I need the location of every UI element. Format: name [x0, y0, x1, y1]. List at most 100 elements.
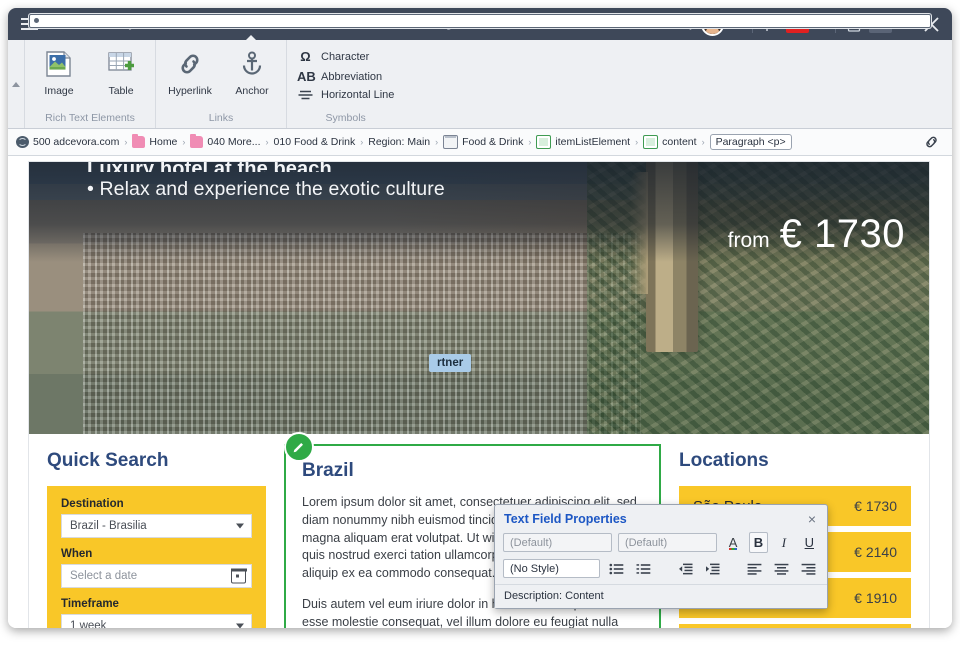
breadcrumb-item-food-drink-page[interactable]: 010 Food & Drink — [29, 14, 931, 148]
insert-abbreviation-label: Abbreviation — [321, 70, 383, 83]
breadcrumb-label: Home — [149, 136, 178, 148]
breadcrumb-separator: › — [701, 137, 705, 147]
hero-price: from € 1730 — [728, 212, 905, 257]
destination-label: Destination — [61, 498, 124, 510]
breadcrumb-item-itemlistelement[interactable]: itemListElement — [536, 135, 630, 149]
insert-table-label: Table — [108, 85, 134, 97]
breadcrumb-label: itemListElement — [555, 136, 631, 148]
bold-button[interactable]: B — [748, 532, 769, 553]
insert-horizontal-line-button[interactable]: Horizontal Line — [297, 89, 394, 101]
breadcrumb-separator: › — [265, 137, 269, 147]
text-field-properties-dialog[interactable]: Text Field Properties × (Default) (Defau… — [494, 504, 828, 609]
quick-search-form: Destination Brazil - Brasilia When Selec… — [47, 486, 266, 628]
breadcrumb-item-paragraph[interactable]: Paragraph <p> — [709, 134, 792, 150]
quick-search-heading: Quick Search — [47, 450, 169, 471]
insert-abbreviation-button[interactable]: AB Abbreviation — [297, 69, 394, 84]
quick-search-column: Quick Search Destination Brazil - Brasil… — [47, 434, 266, 628]
location-price: € 1730 — [854, 498, 897, 514]
document-icon — [443, 135, 459, 149]
chevron-down-icon — [236, 623, 244, 628]
breadcrumb-item-region[interactable]: Region: Main — [368, 136, 430, 148]
breadcrumb-label: Paragraph <p> — [715, 136, 786, 148]
outdent-icon[interactable] — [675, 558, 696, 579]
anchor-icon — [237, 44, 267, 84]
ribbon-group-title: Symbols — [325, 112, 366, 124]
dialog-row-bottom: (No Style) — [503, 558, 819, 579]
style-select[interactable]: (No Style) — [503, 559, 601, 578]
font-family-select[interactable]: (Default) — [503, 533, 612, 552]
close-icon[interactable]: × — [806, 512, 818, 526]
ribbon-group-title: Links — [208, 112, 234, 124]
box-icon — [536, 135, 552, 149]
box-icon — [643, 135, 659, 149]
ribbon-collapse-button[interactable] — [8, 40, 25, 128]
insert-image-label: Image — [44, 85, 74, 97]
breadcrumb-item-food-drink[interactable]: Food & Drink — [443, 135, 523, 149]
link-icon[interactable] — [923, 134, 944, 150]
abbreviation-icon: AB — [297, 69, 316, 84]
calendar-icon[interactable] — [230, 568, 247, 584]
breadcrumb-item-more[interactable]: 040 More... — [190, 134, 261, 148]
application-window: Home Layout Format Insert Review Preview… — [8, 8, 952, 628]
insert-image-button[interactable]: Image — [35, 44, 83, 97]
font-color-button[interactable]: A — [723, 532, 742, 553]
indent-icon[interactable] — [702, 558, 723, 579]
editor-canvas: Luxury hotel at the beach • Relax and ex… — [8, 156, 952, 628]
dialog-title: Text Field Properties — [504, 512, 627, 526]
hero-headline: Luxury hotel at the beach — [87, 162, 889, 172]
align-left-icon[interactable] — [744, 558, 765, 579]
insert-anchor-button[interactable]: Anchor — [228, 44, 276, 97]
ribbon-group-title: Rich Text Elements — [45, 112, 135, 124]
folder-icon — [132, 134, 146, 148]
table-icon — [106, 44, 136, 84]
location-price: € 2140 — [854, 544, 897, 560]
breadcrumb-separator: › — [435, 137, 439, 147]
insert-character-button[interactable]: Ω Character — [297, 49, 394, 64]
breadcrumb-item-content[interactable]: content — [643, 135, 697, 149]
dialog-body: (Default) (Default) A B I U (No Style) — [495, 530, 827, 579]
bullet-list-icon[interactable] — [606, 558, 627, 579]
number-list-icon[interactable] — [633, 558, 654, 579]
breadcrumb-separator: › — [528, 137, 532, 147]
breadcrumb-label: 500 adcevora.com — [33, 136, 120, 148]
when-date-input[interactable]: Select a date — [61, 564, 252, 588]
breadcrumb-label: Region: Main — [368, 136, 431, 148]
breadcrumb-separator: › — [124, 137, 128, 147]
hero-price-from-label: from — [727, 229, 770, 252]
location-price: € 1910 — [854, 590, 897, 606]
hero-bullet: • Relax and experience the exotic cultur… — [87, 178, 445, 200]
ribbon-group-symbols: Ω Character AB Abbreviation Horizontal L… — [287, 40, 404, 128]
location-row[interactable] — [679, 624, 911, 628]
partner-tag[interactable]: rtner — [429, 354, 472, 372]
chevron-down-icon — [236, 523, 244, 529]
insert-hyperlink-label: Hyperlink — [168, 85, 212, 97]
dialog-row-top: (Default) (Default) A B I U — [503, 532, 819, 553]
insert-character-label: Character — [321, 50, 370, 63]
breadcrumb-item-home[interactable]: Home — [132, 134, 178, 148]
underline-button[interactable]: U — [800, 532, 819, 553]
font-size-select[interactable]: (Default) — [617, 533, 718, 552]
insert-table-button[interactable]: Table — [97, 44, 145, 97]
content-heading: Brazil — [302, 460, 354, 481]
timeframe-select[interactable]: 1 week — [61, 614, 252, 628]
insert-hyperlink-button[interactable]: Hyperlink — [166, 44, 214, 97]
pencil-icon[interactable] — [284, 432, 314, 462]
when-label: When — [61, 548, 93, 560]
destination-select[interactable]: Brazil - Brasilia — [61, 514, 252, 538]
globe-icon — [16, 136, 29, 148]
hero-price-amount: € 1730 — [779, 212, 905, 256]
breadcrumb-label: 010 Food & Drink — [273, 136, 356, 148]
breadcrumb-item-site[interactable]: 500 adcevora.com — [16, 136, 119, 148]
breadcrumb-separator: › — [182, 137, 186, 147]
dialog-description: Description: Content — [495, 584, 827, 608]
breadcrumb-label: Food & Drink — [462, 136, 524, 148]
align-center-icon[interactable] — [771, 558, 792, 579]
italic-button[interactable]: I — [774, 532, 793, 553]
align-right-icon[interactable] — [798, 558, 819, 579]
hero-copy: Luxury hotel at the beach • Relax and ex… — [87, 162, 889, 201]
page-icon — [29, 14, 931, 28]
dialog-header: Text Field Properties × — [495, 505, 827, 530]
image-icon — [44, 44, 74, 84]
ribbon-toolbar: Image Table Rich Text Elements Hyperlink… — [8, 40, 952, 129]
horizontal-line-icon — [297, 89, 314, 101]
